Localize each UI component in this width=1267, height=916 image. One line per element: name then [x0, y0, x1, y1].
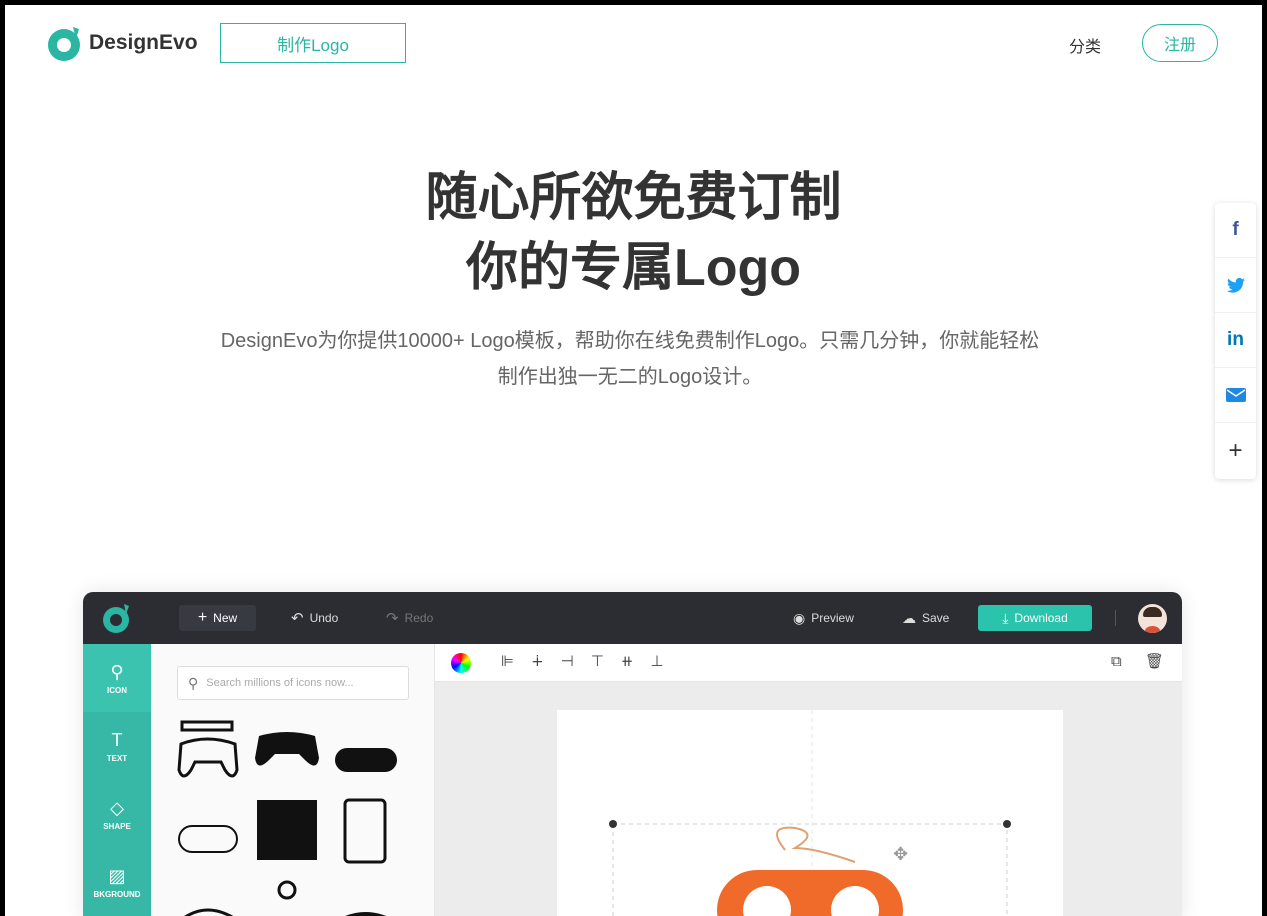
icon-search-input[interactable]: ⚲ Search millions of icons now... — [177, 666, 409, 700]
plus-icon: + — [198, 609, 207, 627]
redo-label: Redo — [405, 611, 434, 625]
editor-logo-icon — [101, 602, 133, 634]
download-button[interactable]: ⤓ Download — [978, 605, 1092, 631]
text-icon: T — [112, 730, 123, 751]
move-handle-icon: ✥ — [893, 844, 908, 864]
subtitle-line: 制作出独一无二的Logo设计。 — [175, 359, 1085, 395]
preview-label: Preview — [811, 611, 854, 625]
color-picker-icon[interactable] — [451, 653, 471, 673]
redo-button[interactable]: ↷ Redo — [386, 605, 433, 631]
hero-title-line2: 你的专属Logo — [5, 233, 1262, 303]
sidebar-label: TEXT — [107, 754, 127, 763]
cloud-upload-icon: ☁ — [902, 610, 916, 627]
page: DesignEvo 制作Logo 分类 注册 随心所欲免费订制 你的专属Logo… — [5, 5, 1262, 916]
joystick-icon[interactable] — [279, 882, 295, 898]
divider — [1115, 610, 1116, 626]
icon-grid — [177, 720, 417, 916]
gamepad-icon[interactable] — [179, 826, 237, 852]
editor-sidebar: ⚲ ICON T TEXT ◇ SHAPE ▨ BKGROUND — [83, 644, 151, 916]
shape-icon: ◇ — [110, 798, 124, 819]
logo-artwork[interactable]: ✥ — [557, 710, 1063, 916]
align-icons[interactable]: ⊫∔⊣⊤⧺⊥ — [501, 652, 680, 670]
sidebar-item-background[interactable]: ▨ BKGROUND — [83, 848, 151, 916]
gamepad-icon[interactable] — [181, 910, 237, 916]
sidebar-item-icon[interactable]: ⚲ ICON — [83, 644, 151, 712]
save-label: Save — [922, 611, 949, 625]
logo-icon — [45, 23, 85, 63]
twitter-icon[interactable] — [1215, 258, 1256, 313]
email-icon[interactable] — [1215, 368, 1256, 423]
share-bar: f in + — [1215, 203, 1256, 479]
sidebar-label: ICON — [107, 686, 127, 695]
download-icon: ⤓ — [1002, 610, 1008, 627]
gamepad-icon[interactable] — [179, 722, 237, 776]
search-icon: ⚲ — [110, 662, 123, 683]
logo-canvas: ✥ — [557, 710, 1063, 916]
hero-title-line1: 随心所欲免费订制 — [5, 163, 1262, 233]
brand-name: DesignEvo — [89, 31, 198, 55]
hero-subtitle: DesignEvo为你提供10000+ Logo模板，帮助你在线免费制作Logo… — [175, 323, 1085, 395]
subtitle-line: DesignEvo为你提供10000+ Logo模板，帮助你在线免费制作Logo… — [175, 323, 1085, 359]
sidebar-item-shape[interactable]: ◇ SHAPE — [83, 780, 151, 848]
new-button[interactable]: + New — [179, 605, 256, 631]
arcade-icon[interactable] — [257, 800, 317, 860]
handheld-console-icon[interactable] — [345, 800, 385, 862]
designevo-logo[interactable]: DesignEvo — [45, 23, 198, 63]
new-label: New — [213, 611, 237, 625]
trash-icon[interactable]: 🗑 — [1145, 652, 1164, 670]
icon-panel: ⚲ Search millions of icons now... — [151, 644, 435, 916]
editor-toolbar: ⊫∔⊣⊤⧺⊥ ⧉ 🗑 — [435, 644, 1182, 682]
sidebar-label: BKGROUND — [93, 890, 140, 899]
linkedin-icon[interactable]: in — [1215, 313, 1256, 368]
avatar[interactable] — [1138, 604, 1167, 633]
gamepad-icon[interactable] — [337, 912, 395, 916]
search-placeholder: Search millions of icons now... — [206, 677, 353, 689]
editor-preview: + New ↶ Undo ↷ Redo ◉ Preview ☁ Save ⤓ Downloa… — [83, 592, 1182, 916]
search-icon: ⚲ — [188, 675, 198, 692]
gamepad-icon[interactable] — [255, 732, 319, 766]
preview-button[interactable]: ◉ Preview — [793, 605, 854, 631]
make-logo-button[interactable]: 制作Logo — [220, 23, 406, 63]
sidebar-label: SHAPE — [103, 822, 131, 831]
save-button[interactable]: ☁ Save — [902, 605, 949, 631]
download-label: Download — [1014, 611, 1067, 625]
editor-topbar: + New ↶ Undo ↷ Redo ◉ Preview ☁ Save ⤓ Downloa… — [83, 592, 1182, 644]
undo-button[interactable]: ↶ Undo — [291, 605, 338, 631]
register-button[interactable]: 注册 — [1142, 24, 1218, 62]
undo-label: Undo — [310, 611, 339, 625]
category-link[interactable]: 分类 — [1069, 33, 1101, 57]
undo-icon: ↶ — [291, 609, 304, 627]
gamepad-icon[interactable] — [335, 748, 397, 772]
duplicate-icon[interactable]: ⧉ — [1111, 653, 1122, 670]
sidebar-item-text[interactable]: T TEXT — [83, 712, 151, 780]
facebook-icon[interactable]: f — [1215, 203, 1256, 258]
plus-icon[interactable]: + — [1215, 423, 1256, 478]
eye-icon: ◉ — [793, 610, 805, 627]
redo-icon: ↷ — [386, 609, 399, 627]
background-icon: ▨ — [108, 866, 125, 887]
